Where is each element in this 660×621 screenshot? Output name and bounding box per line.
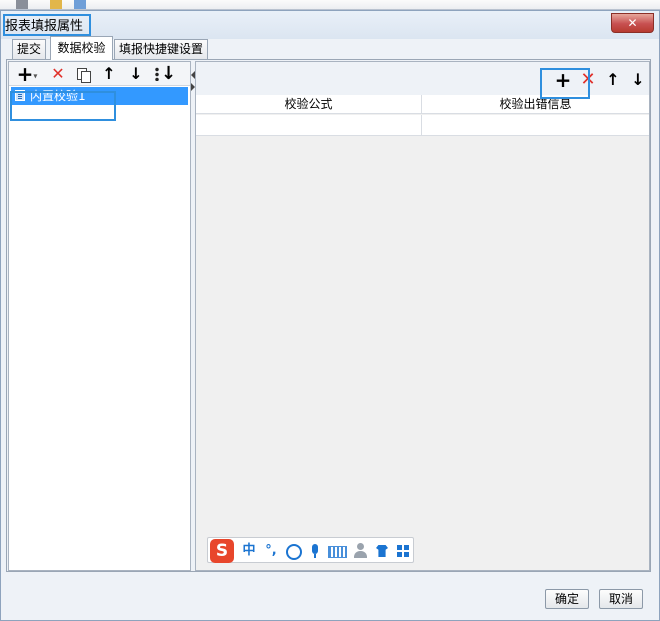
grid-menu-icon[interactable] [393,541,413,561]
sogou-logo-icon[interactable]: S [210,539,234,563]
add-icon: + [16,62,34,86]
punctuation-icon[interactable]: °, [261,541,281,561]
annotation-highlight-box [10,91,116,121]
table-row[interactable] [196,115,649,136]
shirt-shape [376,545,388,557]
arrow-down-icon: ↓ [129,64,143,83]
title-bar[interactable]: 报表填报属性 ✕ [1,11,659,39]
host-toolbar-icon [50,0,62,9]
close-icon: ✕ [627,16,638,30]
close-button[interactable]: ✕ [611,13,654,33]
user-body [354,551,367,558]
arrow-up-icon: ↑ [606,70,620,89]
move-down-button[interactable]: ↓ [126,64,146,84]
smiley-face [286,544,302,560]
move-up-button[interactable]: ↑ [99,64,119,84]
arrow-down-icon: ↓ [631,70,645,89]
chinese-mode-icon[interactable]: 中 [239,541,259,561]
grid-cells [397,545,409,557]
skin-icon[interactable] [372,541,392,561]
delete-icon: ✕ [51,64,65,83]
emoji-icon[interactable] [283,541,303,561]
keyboard-icon[interactable] [327,541,347,561]
cell-error-message[interactable] [422,115,649,135]
tab-submit[interactable]: 提交 [12,39,46,59]
delete-button[interactable]: ✕ [48,64,68,84]
copy-button[interactable] [72,64,92,84]
chevron-down-icon: ▾ [33,71,38,81]
add-dropdown-button[interactable]: +▾ [14,64,40,84]
mic-stand [314,554,316,558]
ok-button[interactable]: 确定 [545,589,589,609]
host-toolbar-strip [0,0,660,10]
copy-icon-front [81,71,91,83]
tab-shortcut-settings[interactable]: 填报快捷键设置 [114,39,208,59]
cancel-button[interactable]: 取消 [599,589,643,609]
cell-formula[interactable] [196,115,422,135]
window-title: 报表填报属性 [3,14,92,36]
column-header-error-message[interactable]: 校验出错信息 [422,95,649,114]
tab-data-validation[interactable]: 数据校验 [50,36,113,60]
column-header-formula[interactable]: 校验公式 [196,95,422,114]
move-down-button[interactable]: ↓ [628,70,648,90]
mic-shape [312,544,318,554]
arrow-down-icon: ↓ [161,63,177,84]
left-toolbar: +▾ ✕ ↑ ↓ ↓ [9,62,190,86]
annotation-highlight-box [540,68,590,99]
validation-list-pane: +▾ ✕ ↑ ↓ ↓ 内置校验1 [8,61,191,571]
user-icon[interactable] [351,541,371,561]
keyboard-shape [328,546,347,558]
validation-rules-pane: + ✕ ↑ ↓ 校验公式 校验出错信息 [195,61,650,571]
microphone-icon[interactable] [305,541,325,561]
host-toolbar-icon [16,0,28,9]
arrow-up-icon: ↑ [102,64,116,83]
user-head [357,543,364,550]
move-up-button[interactable]: ↑ [603,70,623,90]
move-bottom-icon [155,67,159,81]
move-to-bottom-button[interactable]: ↓ [152,64,176,84]
host-toolbar-icon [74,0,86,9]
ime-toolbar: S 中 °, [207,537,414,563]
